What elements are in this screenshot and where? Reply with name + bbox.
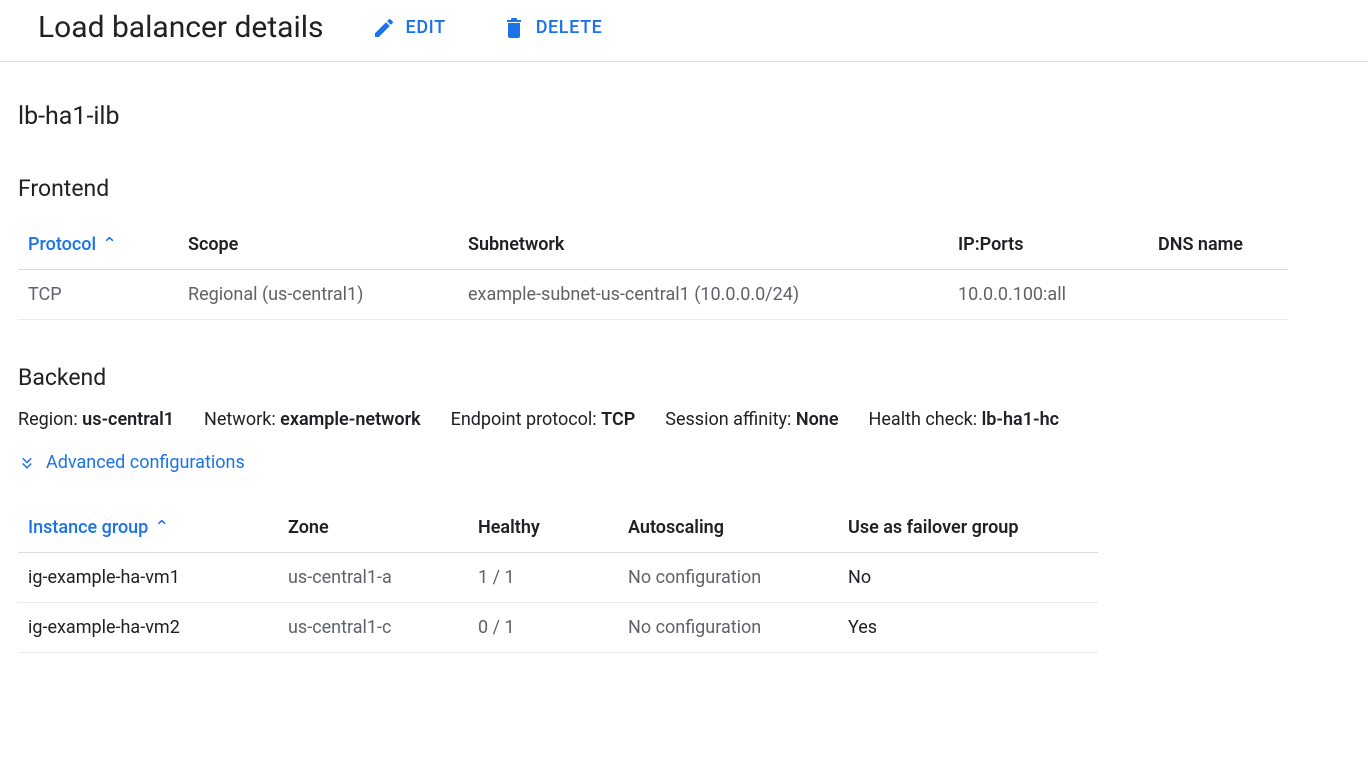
col-healthy[interactable]: Healthy — [468, 503, 618, 553]
cell-subnetwork: example-subnet-us-central1 (10.0.0.0/24) — [458, 270, 948, 320]
table-row: ig-example-ha-vm1us-central1-a1 / 1No co… — [18, 553, 1098, 603]
table-row: ig-example-ha-vm2us-central1-c0 / 1No co… — [18, 603, 1098, 653]
chevron-up-icon: ⌃ — [154, 517, 169, 538]
col-failover[interactable]: Use as failover group — [838, 503, 1098, 553]
cell-ip-ports: 10.0.0.100:all — [948, 270, 1148, 320]
cell-instance-group: ig-example-ha-vm2 — [18, 603, 278, 653]
meta-region: Region: us-central1 — [18, 409, 174, 430]
cell-autoscaling: No configuration — [618, 553, 838, 603]
cell-protocol: TCP — [18, 270, 178, 320]
cell-instance-group: ig-example-ha-vm1 — [18, 553, 278, 603]
double-chevron-down-icon — [18, 454, 36, 472]
col-zone[interactable]: Zone — [278, 503, 468, 553]
cell-failover: No — [838, 553, 1098, 603]
chevron-up-icon: ⌃ — [102, 234, 117, 255]
col-ip-ports[interactable]: IP:Ports — [948, 220, 1148, 270]
page-title: Load balancer details — [38, 10, 324, 45]
cell-dns-name — [1148, 270, 1288, 320]
backend-meta: Region: us-central1 Network: example-net… — [18, 409, 1350, 430]
pencil-icon — [372, 16, 396, 40]
cell-scope: Regional (us-central1) — [178, 270, 458, 320]
col-dns-name[interactable]: DNS name — [1148, 220, 1288, 270]
cell-healthy: 0 / 1 — [468, 603, 618, 653]
edit-button[interactable]: EDIT — [372, 16, 446, 40]
meta-session-affinity: Session affinity: None — [665, 409, 838, 430]
delete-button[interactable]: DELETE — [502, 16, 603, 40]
cell-failover: Yes — [838, 603, 1098, 653]
meta-endpoint-protocol: Endpoint protocol: TCP — [451, 409, 636, 430]
col-instance-group[interactable]: Instance group⌃ — [18, 503, 278, 553]
col-protocol[interactable]: Protocol⌃ — [18, 220, 178, 270]
backend-section-title: Backend — [18, 364, 1350, 391]
frontend-table: Protocol⌃ Scope Subnetwork IP:Ports DNS … — [18, 220, 1288, 320]
cell-zone: us-central1-c — [278, 603, 468, 653]
meta-network: Network: example-network — [204, 409, 421, 430]
delete-label: DELETE — [536, 17, 603, 38]
col-scope[interactable]: Scope — [178, 220, 458, 270]
table-row: TCPRegional (us-central1)example-subnet-… — [18, 270, 1288, 320]
meta-health-check: Health check: lb-ha1-hc — [869, 409, 1060, 430]
col-subnetwork[interactable]: Subnetwork — [458, 220, 948, 270]
cell-healthy: 1 / 1 — [468, 553, 618, 603]
trash-icon — [502, 16, 526, 40]
backend-table: Instance group⌃ Zone Healthy Autoscaling… — [18, 503, 1098, 653]
content: lb-ha1-ilb Frontend Protocol⌃ Scope Subn… — [0, 102, 1368, 653]
toolbar: Load balancer details EDIT DELETE — [0, 0, 1368, 62]
cell-zone: us-central1-a — [278, 553, 468, 603]
frontend-section-title: Frontend — [18, 175, 1350, 202]
advanced-config-toggle[interactable]: Advanced configurations — [18, 452, 245, 473]
cell-autoscaling: No configuration — [618, 603, 838, 653]
load-balancer-name: lb-ha1-ilb — [18, 102, 1350, 131]
col-autoscaling[interactable]: Autoscaling — [618, 503, 838, 553]
edit-label: EDIT — [406, 17, 446, 38]
